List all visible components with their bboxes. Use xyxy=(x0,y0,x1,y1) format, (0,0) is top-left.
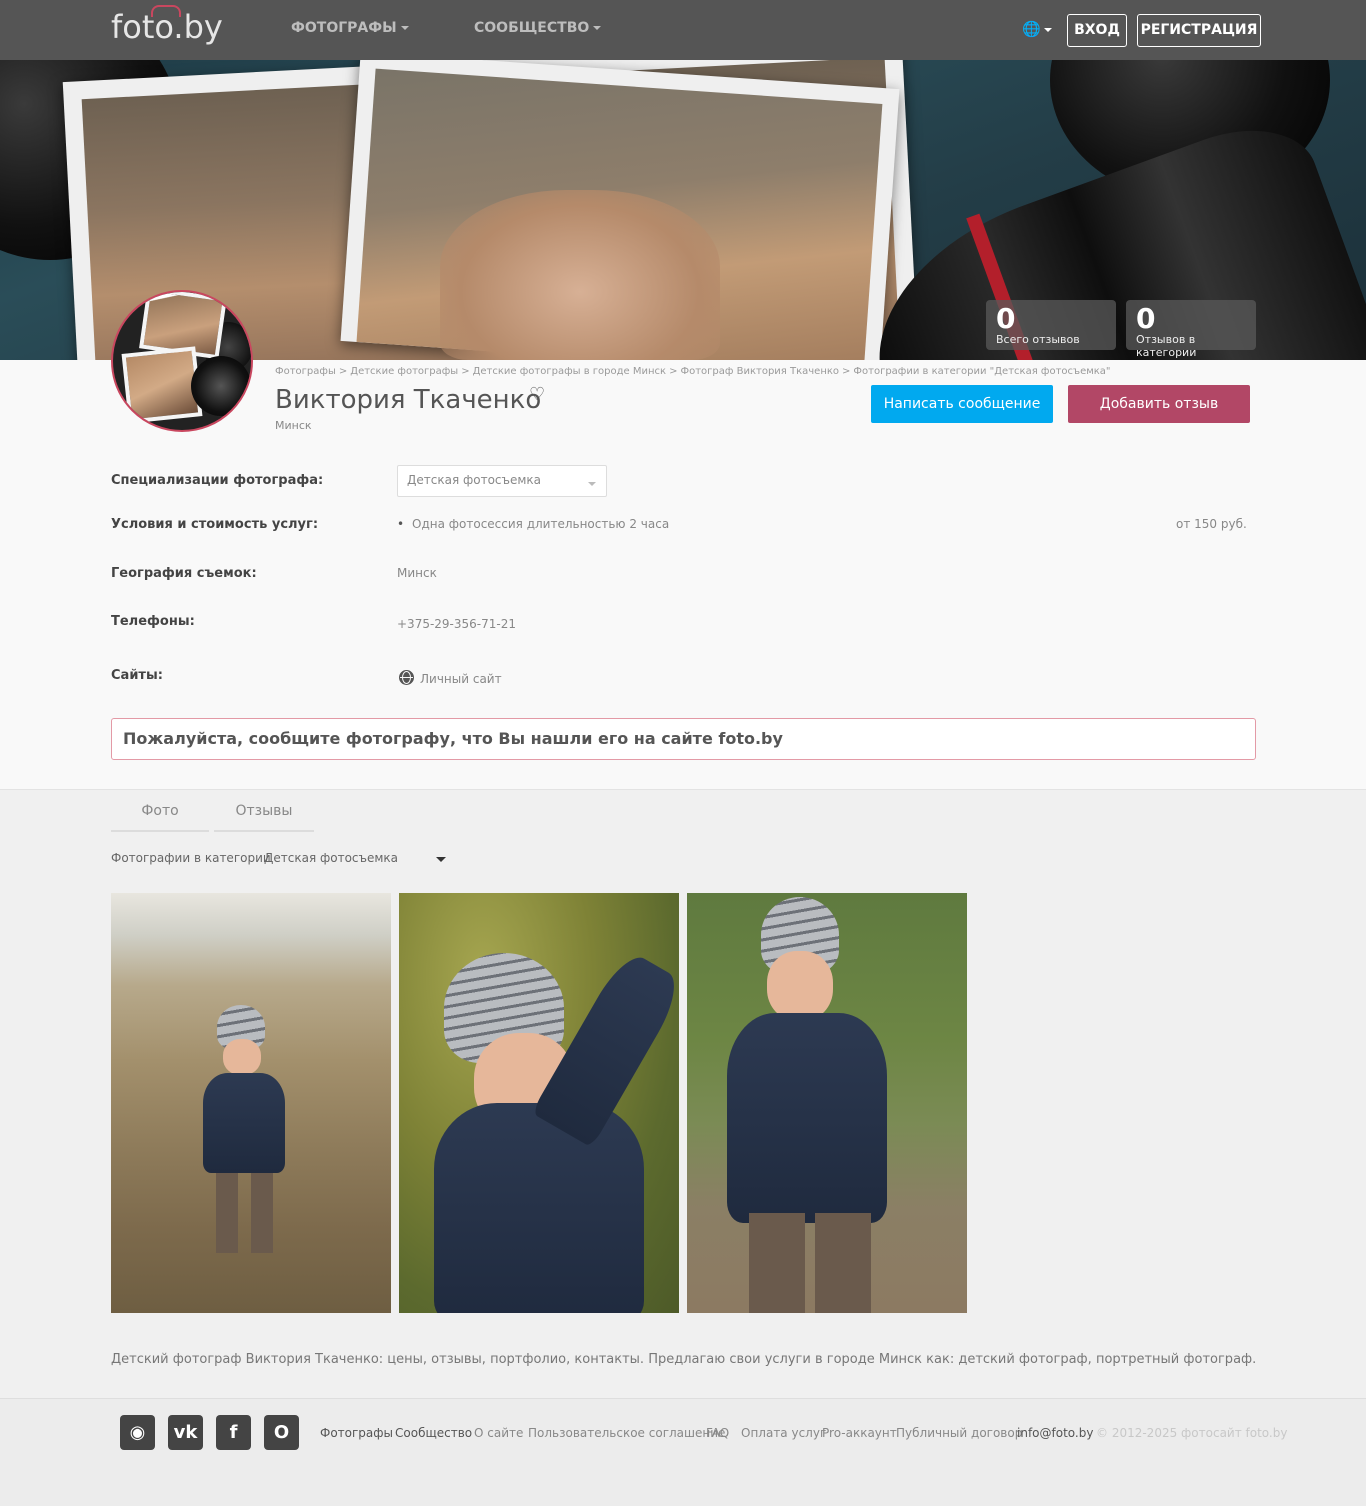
add-review-button[interactable]: Добавить отзыв xyxy=(1068,385,1250,423)
total-reviews-stat: 0 Всего отзывов xyxy=(986,300,1116,350)
chevron-down-icon xyxy=(400,26,409,30)
heart-icon[interactable]: ♡ xyxy=(529,384,545,405)
sites-label: Сайты: xyxy=(111,668,163,683)
write-message-button[interactable]: Написать сообщение xyxy=(871,385,1053,423)
portfolio-photo[interactable] xyxy=(399,893,679,1313)
footer-link[interactable]: Публичный договор xyxy=(896,1426,1022,1440)
register-button[interactable]: РЕГИСТРАЦИЯ xyxy=(1137,14,1261,47)
footer-link[interactable]: Фотографы xyxy=(320,1426,393,1440)
spec-label: Специализации фотографа: xyxy=(111,473,324,488)
breadcrumb-item[interactable]: Фотограф Виктория Ткаченко xyxy=(680,366,839,377)
breadcrumb-item[interactable]: Детские фотографы xyxy=(350,366,458,377)
specialization-select[interactable]: Детская фотосъемка xyxy=(397,465,607,497)
footer-link[interactable]: Оплата услуг xyxy=(741,1426,826,1440)
tab-photos[interactable]: Фото xyxy=(111,796,209,832)
nav-photographers[interactable]: ФОТОГРАФЫ xyxy=(291,20,409,36)
portfolio-photo[interactable] xyxy=(111,893,391,1313)
footer-link[interactable]: Пользовательское соглашение xyxy=(528,1426,725,1440)
category-select[interactable]: Детская фотосъемка xyxy=(264,851,446,865)
footer xyxy=(0,1398,1366,1506)
footer-email-link[interactable]: info@foto.by xyxy=(1017,1426,1093,1440)
phone-value[interactable]: +375-29-356-71-21 xyxy=(397,617,516,631)
terms-label: Условия и стоимость услуг: xyxy=(111,517,319,532)
copyright: © 2012-2025 фотосайт foto.by xyxy=(1096,1426,1288,1440)
facebook-icon[interactable]: f xyxy=(216,1415,251,1450)
breadcrumb-item[interactable]: Фотографы xyxy=(275,366,336,377)
portfolio-photo[interactable] xyxy=(687,893,967,1313)
tab-reviews[interactable]: Отзывы xyxy=(214,796,314,832)
footer-link[interactable]: Сообщество xyxy=(395,1426,472,1440)
odnoklassniki-icon[interactable]: О xyxy=(264,1415,299,1450)
bullet-icon: • xyxy=(397,517,405,531)
terms-price: от 150 руб. xyxy=(1176,517,1247,531)
breadcrumb: Фотографы > Детские фотографы > Детские фото… xyxy=(275,366,1111,377)
chevron-down-icon xyxy=(436,857,446,862)
chevron-down-icon xyxy=(1043,27,1052,32)
chevron-down-icon xyxy=(593,26,602,30)
personal-site-link[interactable]: Личный сайт xyxy=(420,672,502,686)
site-logo[interactable]: foto.by xyxy=(111,5,223,46)
phones-label: Телефоны: xyxy=(111,614,195,629)
geo-value: Минск xyxy=(397,566,437,580)
instagram-icon[interactable]: ◉ xyxy=(120,1415,155,1450)
language-selector[interactable]: 🌐 xyxy=(1022,20,1052,38)
footer-link[interactable]: О сайте xyxy=(474,1426,523,1440)
login-button[interactable]: ВХОД xyxy=(1067,14,1127,47)
breadcrumb-item[interactable]: Детские фотографы в городе Минск xyxy=(473,366,666,377)
chevron-down-icon xyxy=(588,482,596,486)
vk-icon[interactable]: vk xyxy=(168,1415,203,1450)
globe-icon xyxy=(399,670,414,685)
page-title: Виктория Ткаченко xyxy=(275,385,542,415)
logo-roof-icon xyxy=(151,5,181,17)
breadcrumb-current: Фотографии в категории "Детская фотосъем… xyxy=(853,366,1111,377)
footer-link[interactable]: FAQ xyxy=(706,1426,729,1440)
avatar xyxy=(111,290,253,432)
footer-link[interactable]: Pro-аккаунт xyxy=(822,1426,897,1440)
notice-banner: Пожалуйста, сообщите фотографу, что Вы н… xyxy=(111,718,1256,760)
terms-item: Одна фотосессия длительностью 2 часа xyxy=(412,517,670,531)
globe-icon: 🌐 xyxy=(1022,20,1041,38)
geo-label: География съемок: xyxy=(111,566,257,581)
seo-description: Детский фотограф Виктория Ткаченко: цены… xyxy=(111,1352,1257,1367)
profile-city: Минск xyxy=(275,419,312,432)
top-navbar: foto.by ФОТОГРАФЫ СООБЩЕСТВО 🌐 ВХОД РЕГИ… xyxy=(0,0,1366,60)
nav-community[interactable]: СООБЩЕСТВО xyxy=(474,20,602,36)
category-reviews-stat: 0 Отзывов в категории xyxy=(1126,300,1256,359)
category-label: Фотографии в категории xyxy=(111,851,271,865)
